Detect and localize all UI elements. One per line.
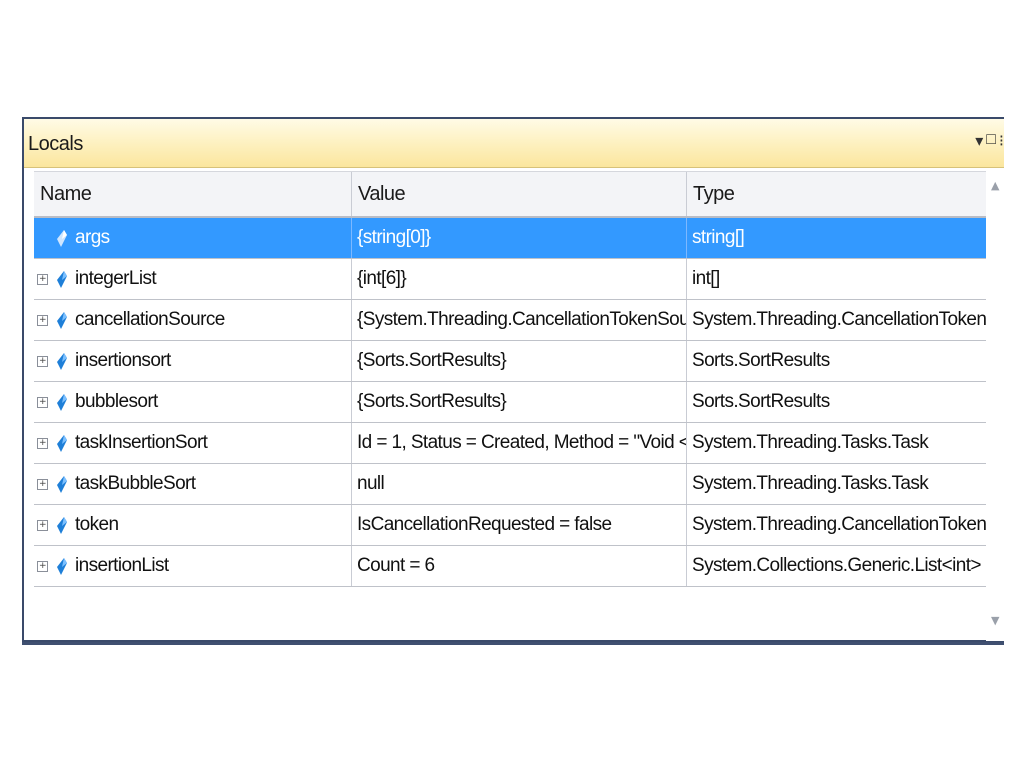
value-cell[interactable]: {System.Threading.CancellationTokenSourc… <box>352 300 687 340</box>
name-cell: + taskBubbleSort <box>34 464 352 504</box>
window-controls: ▾ □ ⁝ <box>975 131 1004 151</box>
variable-name: integerList <box>75 268 157 289</box>
table-row[interactable]: + integerList {int[6]} int[] <box>34 259 992 300</box>
grid-rows: args {string[0]} string[] + integerList {int[… <box>34 218 992 587</box>
variable-diamond-icon <box>57 352 67 370</box>
title-bar: Locals ▾ □ ⁝ <box>24 119 1004 168</box>
type-cell: string[] <box>687 218 992 258</box>
table-row[interactable]: + token IsCancellationRequested = false Sys… <box>34 505 992 546</box>
table-row[interactable]: + insertionList Count = 6 System.Collection… <box>34 546 992 587</box>
grid-header: Name Value Type <box>34 171 992 218</box>
window-title: Locals <box>28 133 83 155</box>
variable-name: token <box>75 514 119 535</box>
column-header-value[interactable]: Value <box>352 172 687 216</box>
table-row[interactable]: + cancellationSource {System.Threading.Can… <box>34 300 992 341</box>
variable-name: insertionList <box>75 555 169 576</box>
dropdown-icon[interactable]: ▾ <box>975 131 983 151</box>
plus-box-icon[interactable]: + <box>37 437 48 449</box>
type-cell: System.Threading.CancellationToken <box>687 505 992 545</box>
maximize-icon[interactable]: □ <box>986 131 996 151</box>
variable-name: args <box>75 227 110 248</box>
plus-box-icon[interactable]: + <box>37 314 48 326</box>
name-cell: + token <box>34 505 352 545</box>
variable-diamond-icon <box>57 393 67 411</box>
table-row[interactable]: + taskBubbleSort null System.Threading.Task… <box>34 464 992 505</box>
type-cell: Sorts.SortResults <box>687 382 992 422</box>
value-cell[interactable]: Id = 1, Status = Created, Method = "Void… <box>352 423 687 463</box>
type-cell: int[] <box>687 259 992 299</box>
value-cell[interactable]: null <box>352 464 687 504</box>
column-header-type[interactable]: Type <box>687 172 992 216</box>
value-cell[interactable]: Count = 6 <box>352 546 687 586</box>
plus-box-icon[interactable]: + <box>37 396 48 408</box>
name-cell: + taskInsertionSort <box>34 423 352 463</box>
plus-box-icon[interactable]: + <box>37 560 48 572</box>
value-cell[interactable]: {string[0]} <box>352 218 687 258</box>
type-cell: System.Threading.Tasks.Task <box>687 423 992 463</box>
type-cell: System.Threading.CancellationTokenSource <box>687 300 992 340</box>
value-cell[interactable]: {Sorts.SortResults} <box>352 341 687 381</box>
variable-diamond-icon <box>57 270 67 288</box>
scroll-up-icon[interactable]: ▲ <box>991 179 999 192</box>
value-cell[interactable]: {int[6]} <box>352 259 687 299</box>
value-cell[interactable]: IsCancellationRequested = false <box>352 505 687 545</box>
name-cell: + insertionList <box>34 546 352 586</box>
pin-icon[interactable]: ⁝ <box>999 131 1004 151</box>
variable-name: cancellationSource <box>75 309 225 330</box>
variable-name: taskInsertionSort <box>75 432 208 453</box>
variable-diamond-icon <box>57 434 67 452</box>
variable-diamond-icon <box>57 516 67 534</box>
variable-name: insertionsort <box>75 350 171 371</box>
column-header-name[interactable]: Name <box>34 172 352 216</box>
vertical-scrollbar[interactable]: ▲ ▼ <box>986 171 1004 641</box>
table-row[interactable]: args {string[0]} string[] <box>34 218 992 259</box>
variable-diamond-icon <box>57 311 67 329</box>
variable-diamond-icon <box>57 557 67 575</box>
name-cell: + integerList <box>34 259 352 299</box>
name-cell: + bubblesort <box>34 382 352 422</box>
variable-diamond-icon <box>57 475 67 493</box>
type-cell: Sorts.SortResults <box>687 341 992 381</box>
variable-name: bubblesort <box>75 391 158 412</box>
type-cell: System.Threading.Tasks.Task <box>687 464 992 504</box>
plus-box-icon[interactable]: + <box>37 273 48 285</box>
plus-box-icon[interactable]: + <box>37 519 48 531</box>
plus-box-icon[interactable]: + <box>37 355 48 367</box>
locals-grid: Name Value Type args {string[0]} string[] +… <box>34 171 992 587</box>
table-row[interactable]: + taskInsertionSort Id = 1, Status = Creat… <box>34 423 992 464</box>
type-cell: System.Collections.Generic.List<int> <box>687 546 992 586</box>
plus-box-icon[interactable]: + <box>37 478 48 490</box>
name-cell: args <box>34 218 352 258</box>
expander-placeholder <box>37 233 48 244</box>
locals-window: Locals ▾ □ ⁝ Name Value Type args {string… <box>22 117 1004 642</box>
variable-name: taskBubbleSort <box>75 473 196 494</box>
table-row[interactable]: + insertionsort {Sorts.SortResults} Sorts.S… <box>34 341 992 382</box>
table-row[interactable]: + bubblesort {Sorts.SortResults} Sorts.Sort… <box>34 382 992 423</box>
value-cell[interactable]: {Sorts.SortResults} <box>352 382 687 422</box>
variable-diamond-icon <box>57 229 67 247</box>
scroll-down-icon[interactable]: ▼ <box>991 614 999 627</box>
name-cell: + insertionsort <box>34 341 352 381</box>
name-cell: + cancellationSource <box>34 300 352 340</box>
